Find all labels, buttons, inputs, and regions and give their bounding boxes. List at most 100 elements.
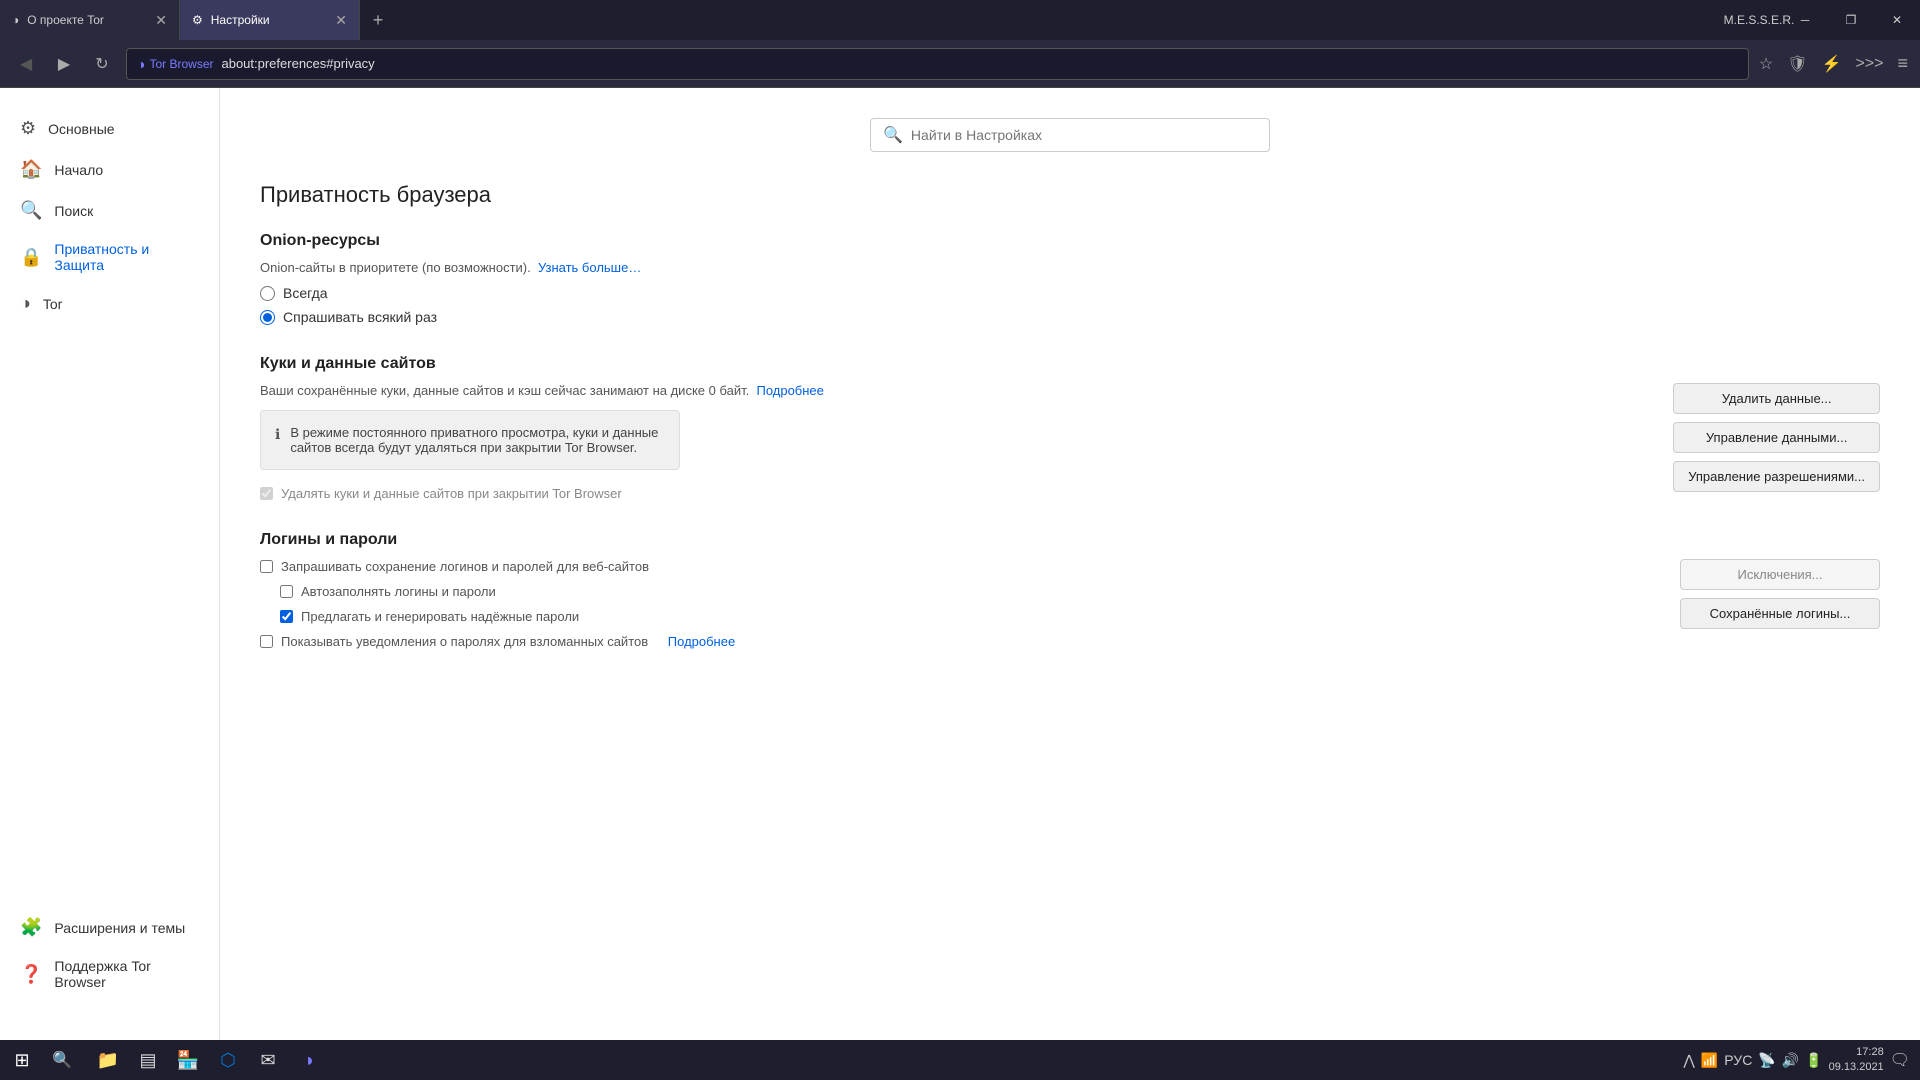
manage-data-button[interactable]: Управление данными... bbox=[1673, 422, 1880, 453]
address-field[interactable]: ◑ Tor Browser about:preferences#privacy bbox=[126, 48, 1749, 80]
sidebar-item-privacy[interactable]: 🔒 Приватность и Защита bbox=[0, 231, 219, 283]
taskbar-widget-icon[interactable]: ▤ bbox=[130, 1042, 166, 1078]
question-icon: ❓ bbox=[20, 964, 42, 985]
show-notif-checkbox[interactable] bbox=[260, 635, 273, 648]
titlebar: ◑ О проекте Tor ✕ ⚙ Настройки ✕ + M.E.S.… bbox=[0, 0, 1920, 40]
manage-perms-button[interactable]: Управление разрешениями... bbox=[1673, 461, 1880, 492]
menu-icon[interactable]: ≡ bbox=[1897, 53, 1908, 74]
saved-logins-button[interactable]: Сохранённые логины... bbox=[1680, 598, 1880, 629]
settings-search-input[interactable] bbox=[911, 127, 1257, 143]
sidebar-nachalo-label: Начало bbox=[54, 162, 103, 178]
taskbar-edge-icon[interactable]: ⬡ bbox=[210, 1042, 246, 1078]
ask-save-checkbox[interactable] bbox=[260, 560, 273, 573]
autofill-label: Автозаполнять логины и пароли bbox=[301, 584, 496, 599]
cookies-desc: Ваши сохранённые куки, данные сайтов и к… bbox=[260, 383, 1643, 398]
onion-link[interactable]: Узнать больше… bbox=[538, 260, 641, 275]
notifications-icon[interactable]: 🗨 bbox=[1890, 1050, 1910, 1070]
taskbar-search-button[interactable]: 🔍 bbox=[44, 1040, 80, 1080]
taskbar-tor-icon[interactable]: ◑ bbox=[290, 1042, 326, 1078]
close-button[interactable]: ✕ bbox=[1874, 0, 1920, 40]
minimize-button[interactable]: ─ bbox=[1782, 0, 1828, 40]
taskbar-mail-icon[interactable]: ✉ bbox=[250, 1042, 286, 1078]
main-content: 🔍 Приватность браузера Onion-ресурсы Oni… bbox=[220, 88, 1920, 1040]
sidebar: ⚙ Основные 🏠 Начало 🔍 Поиск 🔒 Приватност… bbox=[0, 88, 220, 1040]
sidebar-item-tor[interactable]: ◑ Tor bbox=[0, 283, 219, 324]
reload-button[interactable]: ↻ bbox=[88, 54, 116, 74]
new-tab-button[interactable]: + bbox=[360, 0, 396, 40]
sidebar-item-poisk[interactable]: 🔍 Поиск bbox=[0, 190, 219, 231]
cookies-delete-label: Удалять куки и данные сайтов при закрыти… bbox=[281, 486, 622, 501]
settings-search-wrap[interactable]: 🔍 bbox=[870, 118, 1270, 152]
sidebar-support-label: Поддержка Tor Browser bbox=[54, 958, 199, 990]
taskbar-file-icon[interactable]: 📁 bbox=[90, 1042, 126, 1078]
gear-icon: ⚙ bbox=[20, 118, 36, 139]
onion-always-label: Всегда bbox=[283, 285, 328, 301]
sidebar-item-ext[interactable]: 🧩 Расширения и темы bbox=[0, 907, 219, 948]
onion-ask-option[interactable]: Спрашивать всякий раз bbox=[260, 309, 1880, 325]
tab-settings-label: Настройки bbox=[211, 13, 270, 27]
sidebar-item-support[interactable]: ❓ Поддержка Tor Browser bbox=[0, 948, 219, 1000]
sidebar-privacy-label: Приватность и Защита bbox=[54, 241, 199, 273]
onion-ask-radio[interactable] bbox=[260, 310, 275, 325]
show-notif-link[interactable]: Подробнее bbox=[668, 634, 735, 649]
tab-close-1[interactable]: ✕ bbox=[155, 12, 167, 29]
cookies-title: Куки и данные сайтов bbox=[260, 355, 1880, 373]
suggest-pw-label: Предлагать и генерировать надёжные парол… bbox=[301, 609, 579, 624]
tab-about-tor[interactable]: ◑ О проекте Tor ✕ bbox=[0, 0, 180, 40]
cookies-checkbox-row: Удалять куки и данные сайтов при закрыти… bbox=[260, 486, 1643, 501]
login-autofill[interactable]: Автозаполнять логины и пароли bbox=[260, 584, 1650, 599]
sidebar-item-nachalo[interactable]: 🏠 Начало bbox=[0, 149, 219, 190]
back-button[interactable]: ◀ bbox=[12, 54, 40, 74]
exceptions-button[interactable]: Исключения... bbox=[1680, 559, 1880, 590]
tab-label: О проекте Tor bbox=[27, 13, 104, 27]
logins-section: Логины и пароли Запрашивать сохранение л… bbox=[260, 531, 1880, 649]
cookies-info-text: В режиме постоянного приватного просмотр… bbox=[290, 425, 665, 455]
clock-time: 17:28 bbox=[1829, 1045, 1884, 1060]
puzzle-icon: 🧩 bbox=[20, 917, 42, 938]
shield-icon[interactable]: 🛡 bbox=[1787, 54, 1807, 74]
tray-sound-icon[interactable]: 🔊 bbox=[1782, 1052, 1799, 1069]
tray-wifi-icon[interactable]: 📡 bbox=[1758, 1052, 1775, 1069]
tab-settings[interactable]: ⚙ Настройки ✕ bbox=[180, 0, 360, 40]
onion-radio-group: Всегда Спрашивать всякий раз bbox=[260, 285, 1880, 325]
login-suggest-pw[interactable]: Предлагать и генерировать надёжные парол… bbox=[260, 609, 1650, 624]
login-ask-save[interactable]: Запрашивать сохранение логинов и паролей… bbox=[260, 559, 1650, 574]
onion-ask-label: Спрашивать всякий раз bbox=[283, 309, 437, 325]
sidebar-poisk-label: Поиск bbox=[54, 203, 93, 219]
tray-network-icon[interactable]: 📶 bbox=[1701, 1052, 1718, 1069]
delete-data-button[interactable]: Удалить данные... bbox=[1673, 383, 1880, 414]
page-title: Приватность браузера bbox=[260, 182, 1880, 208]
onion-always-radio[interactable] bbox=[260, 286, 275, 301]
sidebar-ext-label: Расширения и темы bbox=[54, 920, 185, 936]
cookies-delete-checkbox bbox=[260, 487, 273, 500]
tab-close-2[interactable]: ✕ bbox=[335, 12, 347, 29]
tor-browser-icon: ◑ Tor Browser bbox=[137, 56, 213, 72]
tray-arrow-icon[interactable]: ⋀ bbox=[1683, 1052, 1694, 1069]
tab-icon: ◑ bbox=[12, 13, 19, 27]
logins-right: Исключения... Сохранённые логины... bbox=[1680, 559, 1880, 629]
extensions-icon[interactable]: ⚡ bbox=[1822, 54, 1842, 74]
tray-lang-icon[interactable]: РУС bbox=[1724, 1052, 1752, 1068]
cookies-link[interactable]: Подробнее bbox=[756, 383, 823, 398]
suggest-pw-checkbox[interactable] bbox=[280, 610, 293, 623]
cookies-right: Удалить данные... Управление данными... … bbox=[1673, 383, 1880, 492]
taskbar-clock[interactable]: 17:28 09.13.2021 bbox=[1829, 1045, 1884, 1076]
tab-settings-icon: ⚙ bbox=[192, 13, 203, 27]
taskbar: ⊞ 🔍 📁 ▤ 🏪 ⬡ ✉ ◑ ⋀ 📶 РУС 📡 🔊 🔋 17:28 09.1… bbox=[0, 1040, 1920, 1080]
login-show-notif[interactable]: Показывать уведомления о паролях для взл… bbox=[260, 634, 1650, 649]
site-label: Tor Browser bbox=[149, 57, 213, 71]
maximize-button[interactable]: ❐ bbox=[1828, 0, 1874, 40]
taskbar-pinned-icons: 📁 ▤ 🏪 ⬡ ✉ ◑ bbox=[80, 1042, 336, 1078]
sidebar-item-osnov[interactable]: ⚙ Основные bbox=[0, 108, 219, 149]
toolbar-icons: ☆ 🛡 ⚡ >>> ≡ bbox=[1759, 53, 1908, 74]
more-tools-icon[interactable]: >>> bbox=[1855, 55, 1883, 73]
bookmark-icon[interactable]: ☆ bbox=[1759, 54, 1773, 74]
taskbar-store-icon[interactable]: 🏪 bbox=[170, 1042, 206, 1078]
start-button[interactable]: ⊞ bbox=[0, 1040, 44, 1080]
onion-always-option[interactable]: Всегда bbox=[260, 285, 1880, 301]
sidebar-top: ⚙ Основные 🏠 Начало 🔍 Поиск 🔒 Приватност… bbox=[0, 108, 219, 324]
forward-button[interactable]: ▶ bbox=[50, 54, 78, 74]
autofill-checkbox[interactable] bbox=[280, 585, 293, 598]
home-icon: 🏠 bbox=[20, 159, 42, 180]
tray-battery-icon[interactable]: 🔋 bbox=[1805, 1052, 1822, 1069]
